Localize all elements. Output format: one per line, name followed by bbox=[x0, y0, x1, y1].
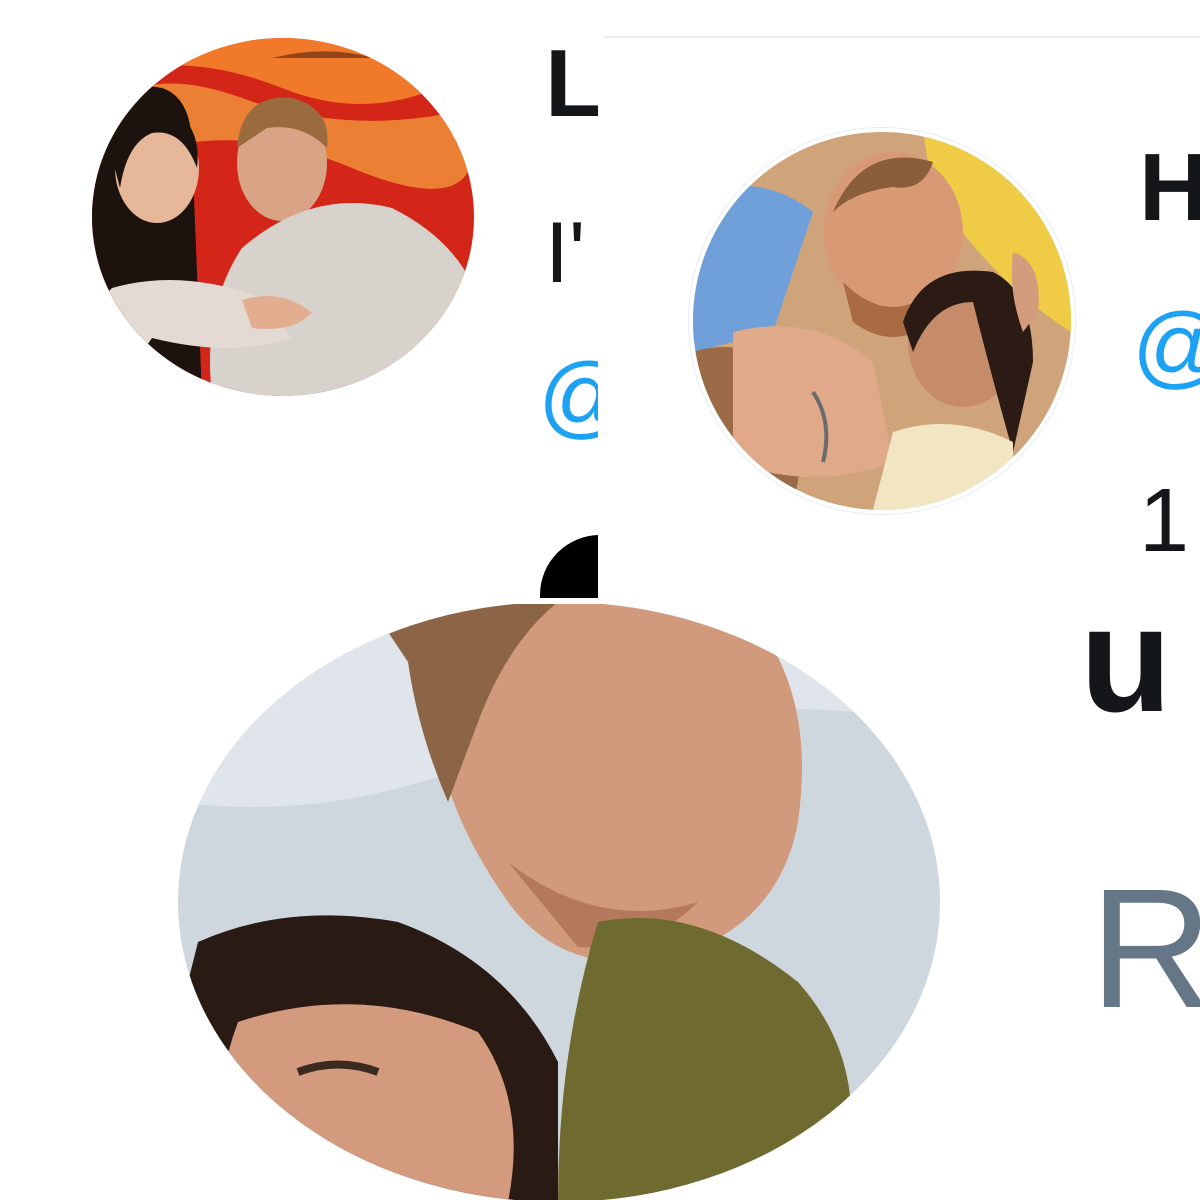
profile-bio-fragment: I' bbox=[545, 205, 586, 301]
profile-avatar[interactable] bbox=[178, 604, 940, 1200]
collage-divider-horizontal bbox=[0, 598, 1200, 604]
profile-panel-top-left: L I' @ bbox=[0, 0, 598, 598]
profile-name-fragment: u bbox=[1080, 604, 1172, 743]
couple-selfie-photo-icon bbox=[693, 132, 1071, 510]
header-divider-line bbox=[604, 36, 1200, 38]
couple-sunset-photo-icon bbox=[92, 38, 474, 396]
profile-handle-fragment[interactable]: @ bbox=[1132, 300, 1200, 392]
profile-panel-top-right: H @ 1 bbox=[604, 0, 1200, 598]
profile-name-fragment: L bbox=[545, 30, 598, 137]
profile-handle-fragment[interactable]: @ bbox=[538, 350, 598, 442]
profile-count-fragment: 1 bbox=[1139, 471, 1190, 571]
profile-avatar[interactable] bbox=[92, 38, 474, 396]
profile-avatar[interactable] bbox=[689, 128, 1075, 514]
profile-panel-bottom: u R bbox=[0, 604, 1200, 1200]
collage-divider-vertical bbox=[598, 0, 604, 598]
follow-button-edge[interactable] bbox=[540, 535, 598, 598]
couple-closeup-photo-icon bbox=[178, 604, 940, 1200]
profile-sub-fragment: R bbox=[1090, 854, 1200, 1044]
profile-name-fragment: H bbox=[1139, 134, 1200, 241]
